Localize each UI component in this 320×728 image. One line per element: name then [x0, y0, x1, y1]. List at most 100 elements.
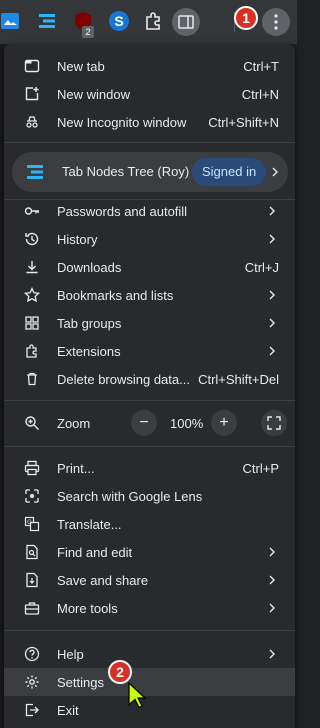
image-extension-icon[interactable] [0, 10, 22, 32]
chevron-right-icon [272, 167, 278, 177]
history-icon [25, 232, 39, 246]
menu-item-label: Delete browsing data... [57, 372, 190, 387]
menu-item-label: New tab [57, 59, 105, 74]
mouse-cursor-icon [128, 682, 147, 708]
tab-nodes-tree-extension-icon[interactable] [36, 10, 58, 32]
print-icon [24, 460, 40, 476]
menu-item-extensions[interactable]: Extensions [4, 337, 295, 365]
menu-item-new-tab[interactable]: New tab Ctrl+T [4, 52, 295, 80]
menu-item-label: Print... [57, 461, 95, 476]
puzzle-icon [26, 344, 37, 358]
menu-item-help[interactable]: Help [4, 640, 295, 668]
new-window-icon [25, 87, 39, 101]
zoom-row: Zoom − 100% + [4, 408, 295, 438]
download-icon [26, 261, 38, 274]
menu-item-downloads[interactable]: Downloads Ctrl+J [4, 253, 295, 281]
menu-item-label: More tools [57, 601, 118, 616]
menu-item-label: Extensions [57, 344, 121, 359]
menu-item-label: Save and share [57, 573, 149, 588]
menu-item-settings[interactable]: Settings [4, 668, 295, 696]
chrome-main-menu: New tab Ctrl+T New window Ctrl+N New Inc… [4, 44, 295, 728]
menu-divider [4, 400, 295, 401]
menu-item-delete-browsing-data[interactable]: Delete browsing data... Ctrl+Shift+Del [4, 365, 295, 393]
profile-row[interactable]: Tab Nodes Tree (Roy) Signed in [12, 152, 288, 192]
menu-item-label: Tab groups [57, 316, 122, 331]
menu-item-history[interactable]: History [4, 225, 295, 253]
menu-item-label: Exit [57, 703, 79, 718]
extensions-puzzle-icon[interactable] [142, 10, 164, 32]
menu-item-shortcut: Ctrl+N [241, 87, 279, 102]
menu-item-more-tools[interactable]: More tools [4, 594, 295, 622]
save-share-icon [26, 572, 38, 588]
menu-item-find-edit[interactable]: Find and edit [4, 538, 295, 566]
incognito-icon [26, 116, 38, 128]
three-dots-icon [274, 14, 278, 30]
menu-item-label: Help [57, 647, 84, 662]
step-marker-1: 1 [234, 6, 258, 30]
chevron-right-icon [269, 318, 275, 328]
menu-item-shortcut: Ctrl+J [244, 260, 279, 275]
signed-in-badge[interactable]: Signed in [192, 158, 267, 186]
chrome-menu-button[interactable] [262, 8, 290, 36]
menu-item-exit[interactable]: Exit [4, 696, 295, 724]
menu-item-label: Bookmarks and lists [57, 288, 174, 303]
menu-divider [4, 446, 295, 447]
chevron-right-icon [269, 575, 275, 585]
zoom-icon [25, 416, 39, 430]
help-icon [24, 646, 40, 662]
menu-item-bookmarks[interactable]: Bookmarks and lists [4, 281, 295, 309]
menu-item-label: Search with Google Lens [57, 489, 203, 504]
translate-icon: G [24, 516, 40, 532]
svg-text:G: G [27, 520, 32, 526]
zoom-value: 100% [170, 416, 204, 431]
menu-item-label: Find and edit [57, 545, 133, 560]
menu-item-label: Translate... [57, 517, 122, 532]
side-panel-button[interactable] [172, 8, 200, 36]
toolbox-icon [24, 602, 40, 615]
menu-item-shortcut: Ctrl+P [242, 461, 279, 476]
extension-count-badge: 2 [82, 26, 94, 38]
menu-item-label: History [57, 232, 98, 247]
menu-item-save-share[interactable]: Save and share [4, 566, 295, 594]
menu-item-passwords-autofill[interactable]: Passwords and autofill [4, 197, 295, 225]
new-tab-icon [24, 59, 40, 73]
profile-name: Tab Nodes Tree (Roy) [62, 164, 190, 179]
step-marker-2: 2 [108, 660, 132, 684]
menu-item-google-lens[interactable]: Search with Google Lens [4, 482, 295, 510]
exit-icon [25, 703, 39, 717]
menu-item-tab-groups[interactable]: Tab groups [4, 309, 295, 337]
blue-s-extension-icon[interactable]: S [108, 10, 130, 32]
menu-item-label: New window [57, 87, 130, 102]
gear-icon [25, 675, 39, 689]
menu-item-shortcut: Ctrl+Shift+Del [198, 372, 279, 387]
menu-item-label: Downloads [57, 260, 122, 275]
menu-item-label: New Incognito window [57, 115, 187, 130]
fullscreen-button[interactable] [261, 410, 287, 436]
menu-divider [4, 630, 295, 631]
chevron-right-icon [269, 603, 275, 613]
tab-nodes-tree-profile-icon [27, 165, 43, 179]
fullscreen-icon [267, 416, 281, 430]
key-icon [24, 207, 39, 215]
chevron-right-icon [269, 547, 275, 557]
chevron-right-icon [269, 290, 275, 300]
chevron-right-icon [269, 206, 275, 216]
menu-divider [4, 142, 295, 143]
menu-item-label: Passwords and autofill [57, 204, 188, 219]
zoom-in-button[interactable]: + [211, 410, 237, 436]
chevron-right-icon [269, 346, 275, 356]
find-icon [26, 544, 38, 560]
menu-item-shortcut: Ctrl+T [243, 59, 279, 74]
menu-item-label: Settings [57, 675, 104, 690]
menu-item-new-incognito-window[interactable]: New Incognito window Ctrl+Shift+N [4, 108, 295, 136]
side-panel-icon [178, 15, 194, 29]
menu-item-translate[interactable]: G Translate... [4, 510, 295, 538]
svg-text:S: S [114, 13, 123, 29]
tab-groups-icon [25, 316, 39, 330]
menu-item-print[interactable]: Print... Ctrl+P [4, 454, 295, 482]
menu-item-new-window[interactable]: New window Ctrl+N [4, 80, 295, 108]
chevron-right-icon [269, 649, 275, 659]
star-icon [24, 287, 40, 303]
zoom-out-button[interactable]: − [131, 410, 157, 436]
chevron-right-icon [269, 234, 275, 244]
